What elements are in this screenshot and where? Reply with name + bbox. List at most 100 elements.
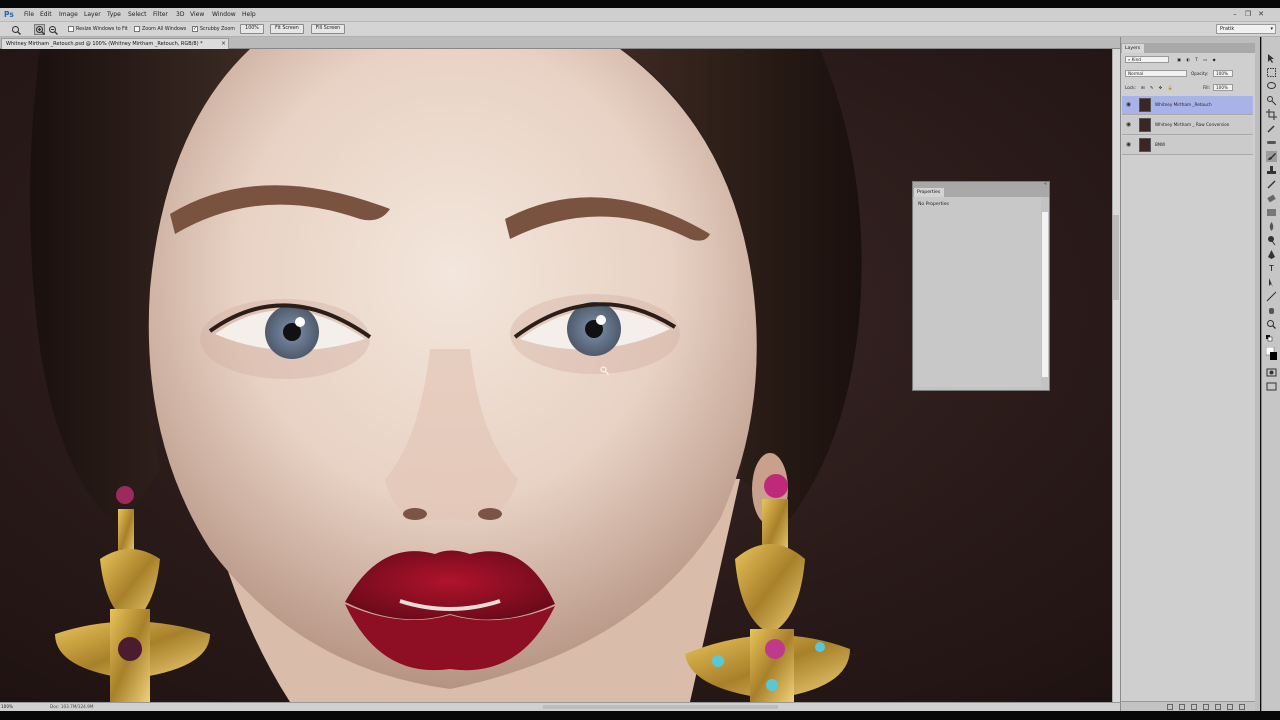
resize-windows-label: Resize Windows to Fit	[76, 27, 128, 32]
healing-brush-tool-icon[interactable]	[1266, 137, 1277, 148]
screen-mode-icon[interactable]	[1266, 381, 1277, 392]
screen-top-strip	[0, 0, 1280, 8]
checkbox-unchecked-icon	[68, 25, 74, 32]
menu-help[interactable]: Help	[242, 10, 256, 20]
move-tool-icon[interactable]	[1266, 53, 1277, 64]
clone-stamp-tool-icon[interactable]	[1266, 165, 1277, 176]
document-tab-title: Whitney Mirtham _Retouch.psd @ 100% (Whi…	[6, 41, 203, 47]
layer-filter-kind-value: Kind	[1131, 57, 1141, 62]
default-colors-icon[interactable]	[1266, 335, 1277, 346]
layer-name: Whitney Mirtham _Retouch	[1155, 102, 1212, 107]
menu-window[interactable]: Window	[212, 10, 236, 20]
status-bar: 100% Doc: 103.7M/124.9M	[0, 702, 1120, 711]
minimize-icon[interactable]: –	[1230, 9, 1240, 19]
type-tool-icon[interactable]: T	[1266, 263, 1277, 274]
close-icon[interactable]: ✕	[1256, 9, 1266, 19]
document-tab-bar: Whitney Mirtham _Retouch.psd @ 100% (Whi…	[0, 37, 1120, 49]
zoom-cursor-icon	[600, 366, 609, 375]
link-layers-icon[interactable]	[1167, 704, 1173, 710]
color-swatches-icon[interactable]	[1265, 346, 1277, 361]
menu-file[interactable]: File	[24, 10, 34, 20]
document-tab[interactable]: Whitney Mirtham _Retouch.psd @ 100% (Whi…	[1, 38, 229, 49]
layer-mask-icon[interactable]	[1191, 704, 1197, 710]
menu-bar: Ps File Edit Image Layer Type Select Fil…	[0, 8, 1280, 22]
document-size-info[interactable]: Doc: 103.7M/124.9M	[50, 704, 93, 710]
layer-thumbnail	[1139, 118, 1151, 132]
lasso-tool-icon[interactable]	[1266, 81, 1277, 92]
panel-collapse-icon[interactable]: «	[1044, 181, 1047, 187]
restore-icon[interactable]: ❐	[1243, 9, 1253, 19]
zoom-out-icon[interactable]	[47, 24, 58, 35]
scrubby-zoom-checkbox[interactable]: ✓ Scrubby Zoom	[192, 25, 235, 34]
layers-tab[interactable]: Layers	[1122, 44, 1144, 53]
opacity-input[interactable]: 100%	[1213, 70, 1233, 77]
new-layer-icon[interactable]	[1227, 704, 1233, 710]
zoom-100-button[interactable]: 100%	[240, 24, 264, 34]
fill-input[interactable]: 100%	[1213, 84, 1233, 91]
options-bar: Pratik ▾ Resize Windows to Fit Zoom All W…	[0, 22, 1280, 37]
menu-edit[interactable]: Edit	[40, 10, 52, 20]
eraser-tool-icon[interactable]	[1266, 193, 1277, 204]
blend-mode-select[interactable]: Normal	[1125, 70, 1187, 77]
lock-icons[interactable]: ⊞ ✎ ✥ 🔒	[1141, 84, 1175, 91]
shape-tool-icon[interactable]	[1266, 291, 1277, 302]
zoom-in-icon[interactable]	[34, 24, 45, 35]
zoom-all-windows-checkbox[interactable]: Zoom All Windows	[134, 25, 186, 34]
canvas-vertical-scroll-thumb[interactable]	[1113, 215, 1119, 300]
zoom-tool-icon[interactable]	[1266, 319, 1277, 330]
properties-scrollbar[interactable]	[1042, 212, 1048, 377]
quick-select-tool-icon[interactable]	[1266, 95, 1277, 106]
hand-tool-icon[interactable]	[1266, 305, 1277, 316]
pen-tool-icon[interactable]	[1266, 249, 1277, 260]
gradient-tool-icon[interactable]	[1266, 207, 1277, 218]
layers-footer	[1121, 701, 1255, 711]
layer-filter-kind-select[interactable]: ⌕ Kind	[1125, 56, 1169, 63]
screen-bottom-strip	[0, 711, 1280, 720]
menu-view[interactable]: View	[190, 10, 204, 20]
fit-screen-button[interactable]: Fit Screen	[270, 24, 304, 34]
trash-icon[interactable]	[1239, 704, 1245, 710]
crop-tool-icon[interactable]	[1266, 109, 1277, 120]
layer-thumbnail	[1139, 138, 1151, 152]
layer-filter-icons[interactable]: ▣ ◐ T ▭ ◆	[1177, 56, 1247, 63]
layer-style-icon[interactable]	[1179, 704, 1185, 710]
layer-row[interactable]: ◉ Whitney Mirtham _ Raw Conversion	[1122, 116, 1253, 135]
layer-row[interactable]: ◉ BNW	[1122, 136, 1253, 155]
marquee-tool-icon[interactable]	[1266, 67, 1277, 78]
brush-tool-icon[interactable]	[1266, 151, 1277, 162]
eyedropper-tool-icon[interactable]	[1266, 123, 1277, 134]
close-tab-icon[interactable]: ×	[221, 39, 226, 49]
layer-row[interactable]: ◉ Whitney Mirtham _Retouch	[1122, 96, 1253, 115]
properties-empty-text: No Properties	[918, 202, 949, 207]
tools-panel: T	[1261, 37, 1280, 711]
canvas-vertical-scrollbar[interactable]	[1112, 49, 1120, 702]
adjustment-layer-icon[interactable]	[1203, 704, 1209, 710]
menu-filter[interactable]: Filter	[153, 10, 168, 20]
lock-label: Lock:	[1125, 85, 1136, 90]
zoom-tool-preset-icon[interactable]	[10, 24, 21, 35]
layer-name: Whitney Mirtham _ Raw Conversion	[1155, 122, 1230, 127]
canvas-horizontal-scroll-thumb[interactable]	[543, 705, 778, 709]
fill-screen-button[interactable]: Fill Screen	[311, 24, 345, 34]
path-selection-tool-icon[interactable]	[1266, 277, 1277, 288]
properties-panel: « Properties No Properties	[912, 181, 1050, 391]
eye-icon[interactable]: ◉	[1124, 121, 1133, 129]
workspace-switcher[interactable]: Pratik ▾	[1216, 24, 1276, 34]
menu-image[interactable]: Image	[59, 10, 78, 20]
blur-tool-icon[interactable]	[1266, 221, 1277, 232]
quick-mask-icon[interactable]	[1266, 367, 1277, 378]
dodge-tool-icon[interactable]	[1266, 235, 1277, 246]
eye-icon[interactable]: ◉	[1124, 141, 1133, 149]
new-group-icon[interactable]	[1215, 704, 1221, 710]
zoom-level-field[interactable]: 100%	[1, 704, 19, 710]
history-brush-tool-icon[interactable]	[1266, 179, 1277, 190]
layer-thumbnail	[1139, 98, 1151, 112]
photoshop-logo: Ps	[4, 10, 14, 19]
resize-windows-checkbox[interactable]: Resize Windows to Fit	[68, 25, 128, 34]
properties-tab[interactable]: Properties	[914, 188, 944, 197]
menu-layer[interactable]: Layer	[84, 10, 101, 20]
eye-icon[interactable]: ◉	[1124, 101, 1133, 109]
menu-type[interactable]: Type	[107, 10, 121, 20]
menu-3d[interactable]: 3D	[176, 10, 184, 20]
menu-select[interactable]: Select	[128, 10, 147, 20]
